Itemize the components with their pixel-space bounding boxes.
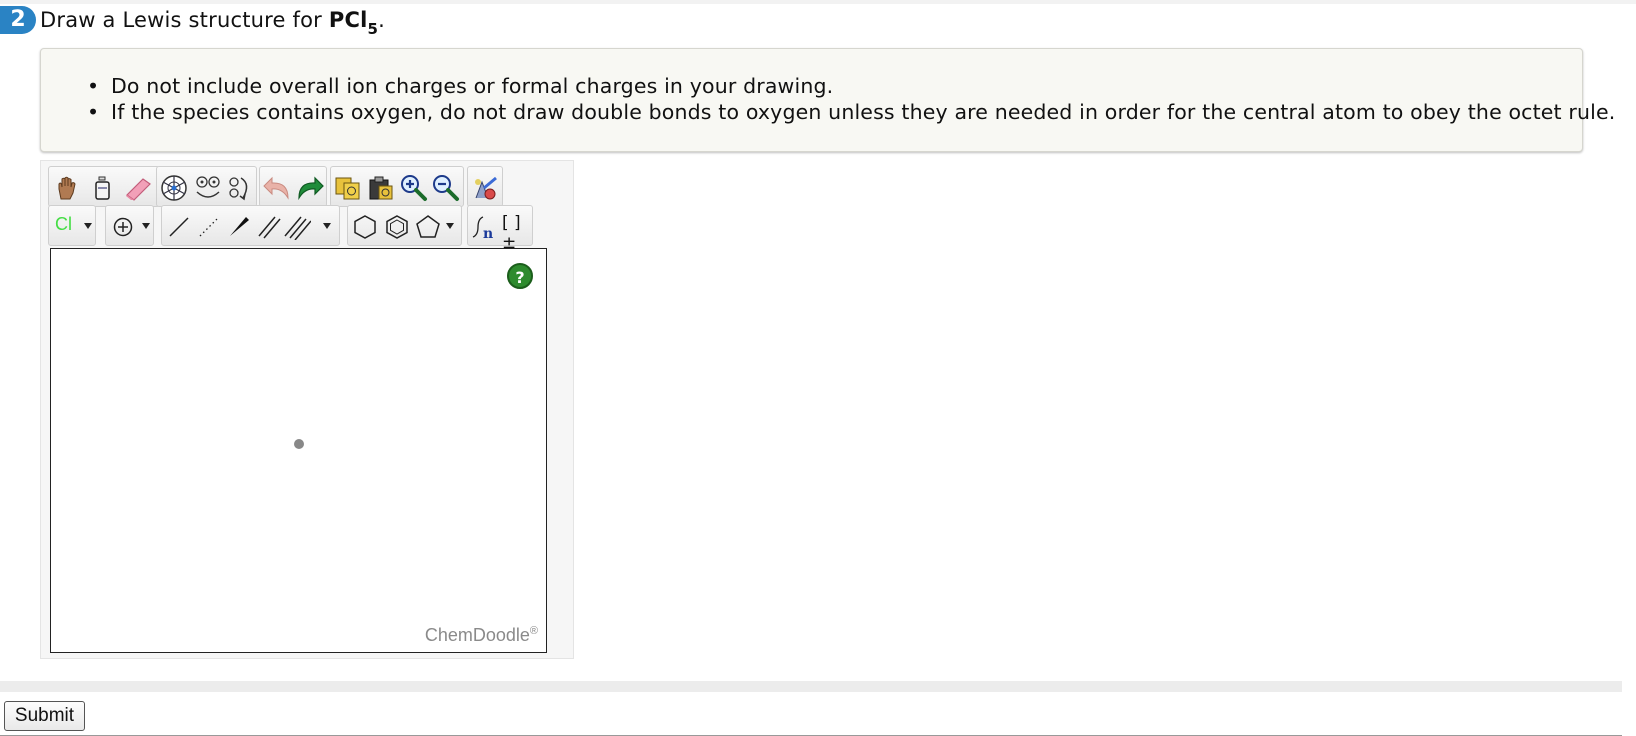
cyclopentane-icon[interactable] bbox=[411, 206, 445, 247]
instruction-item: Do not include overall ion charges or fo… bbox=[87, 73, 1615, 99]
zoom-out-icon[interactable] bbox=[429, 167, 463, 208]
ring-tools bbox=[347, 205, 462, 246]
submit-button[interactable]: Submit bbox=[4, 701, 85, 731]
bracket-charge-button[interactable]: [ ]± bbox=[502, 213, 532, 253]
chevron-down-icon[interactable] bbox=[445, 222, 455, 230]
benzene-icon[interactable] bbox=[380, 206, 414, 247]
svg-text:n: n bbox=[483, 226, 493, 241]
formula-main: PCl bbox=[328, 8, 368, 32]
instructions-box: Do not include overall ion charges or fo… bbox=[40, 48, 1615, 152]
element-label[interactable]: Cl bbox=[55, 214, 72, 235]
question-prompt: Draw a Lewis structure for PCl5. bbox=[40, 8, 386, 38]
toolbar-group-templates bbox=[156, 166, 257, 207]
cursor-dot bbox=[294, 439, 304, 449]
add-charge-icon[interactable] bbox=[106, 206, 140, 247]
brand-mark: ® bbox=[529, 625, 538, 637]
drawing-canvas[interactable]: ? ChemDoodle® bbox=[50, 248, 547, 653]
charge-picker bbox=[105, 205, 154, 246]
misc-tools: n [ ]± bbox=[467, 205, 533, 253]
toolbar-group-history bbox=[259, 166, 327, 207]
brand-name: ChemDoodle bbox=[424, 625, 530, 645]
help-button[interactable]: ? bbox=[507, 263, 533, 289]
undo-icon[interactable] bbox=[260, 167, 294, 208]
chemdoodle-sketcher: Cl n []± ? ChemDoodle® bbox=[40, 160, 574, 659]
element-picker: Cl bbox=[48, 205, 96, 246]
question-prompt-suffix: . bbox=[378, 8, 386, 32]
zoom-in-icon[interactable] bbox=[397, 167, 431, 208]
chevron-down-icon[interactable] bbox=[83, 222, 93, 230]
chain-template-icon[interactable] bbox=[191, 167, 225, 208]
instruction-item: If the species contains oxygen, do not d… bbox=[87, 99, 1615, 125]
single-bond-icon[interactable] bbox=[162, 206, 196, 247]
rotate-molecule-icon[interactable] bbox=[223, 167, 257, 208]
question-number-badge: 2 bbox=[0, 6, 36, 34]
clean-structure-icon[interactable] bbox=[468, 167, 502, 208]
toolbar-group-select bbox=[48, 166, 160, 207]
bond-tools bbox=[161, 205, 340, 246]
cyclohexane-icon[interactable] bbox=[348, 206, 382, 247]
top-strip bbox=[0, 0, 1636, 4]
eraser-icon[interactable] bbox=[121, 167, 155, 208]
formula-subscript: 5 bbox=[367, 20, 379, 39]
redo-icon[interactable] bbox=[293, 167, 327, 208]
hand-icon[interactable] bbox=[50, 167, 84, 208]
footer-bar bbox=[0, 681, 1622, 692]
instructions-list: Do not include overall ion charges or fo… bbox=[87, 73, 1615, 125]
wedge-bond-icon[interactable] bbox=[222, 206, 256, 247]
repeat-unit-icon[interactable]: n bbox=[468, 206, 502, 247]
question-prompt-text: Draw a Lewis structure for bbox=[40, 8, 329, 32]
toolbar-group-clipboard-zoom bbox=[330, 166, 464, 207]
paste-icon[interactable] bbox=[364, 167, 398, 208]
lasso-icon[interactable] bbox=[85, 167, 119, 208]
formula: PCl5 bbox=[328, 8, 378, 38]
dashed-bond-icon[interactable] bbox=[192, 206, 226, 247]
ring-template-icon[interactable] bbox=[157, 167, 191, 208]
triple-bond-icon[interactable] bbox=[280, 206, 314, 247]
chevron-down-icon[interactable] bbox=[322, 222, 332, 230]
copy-icon[interactable] bbox=[331, 167, 365, 208]
toolbar-group-clean bbox=[467, 166, 503, 207]
chemdoodle-brand: ChemDoodle® bbox=[425, 625, 538, 646]
chevron-down-icon[interactable] bbox=[141, 222, 151, 230]
